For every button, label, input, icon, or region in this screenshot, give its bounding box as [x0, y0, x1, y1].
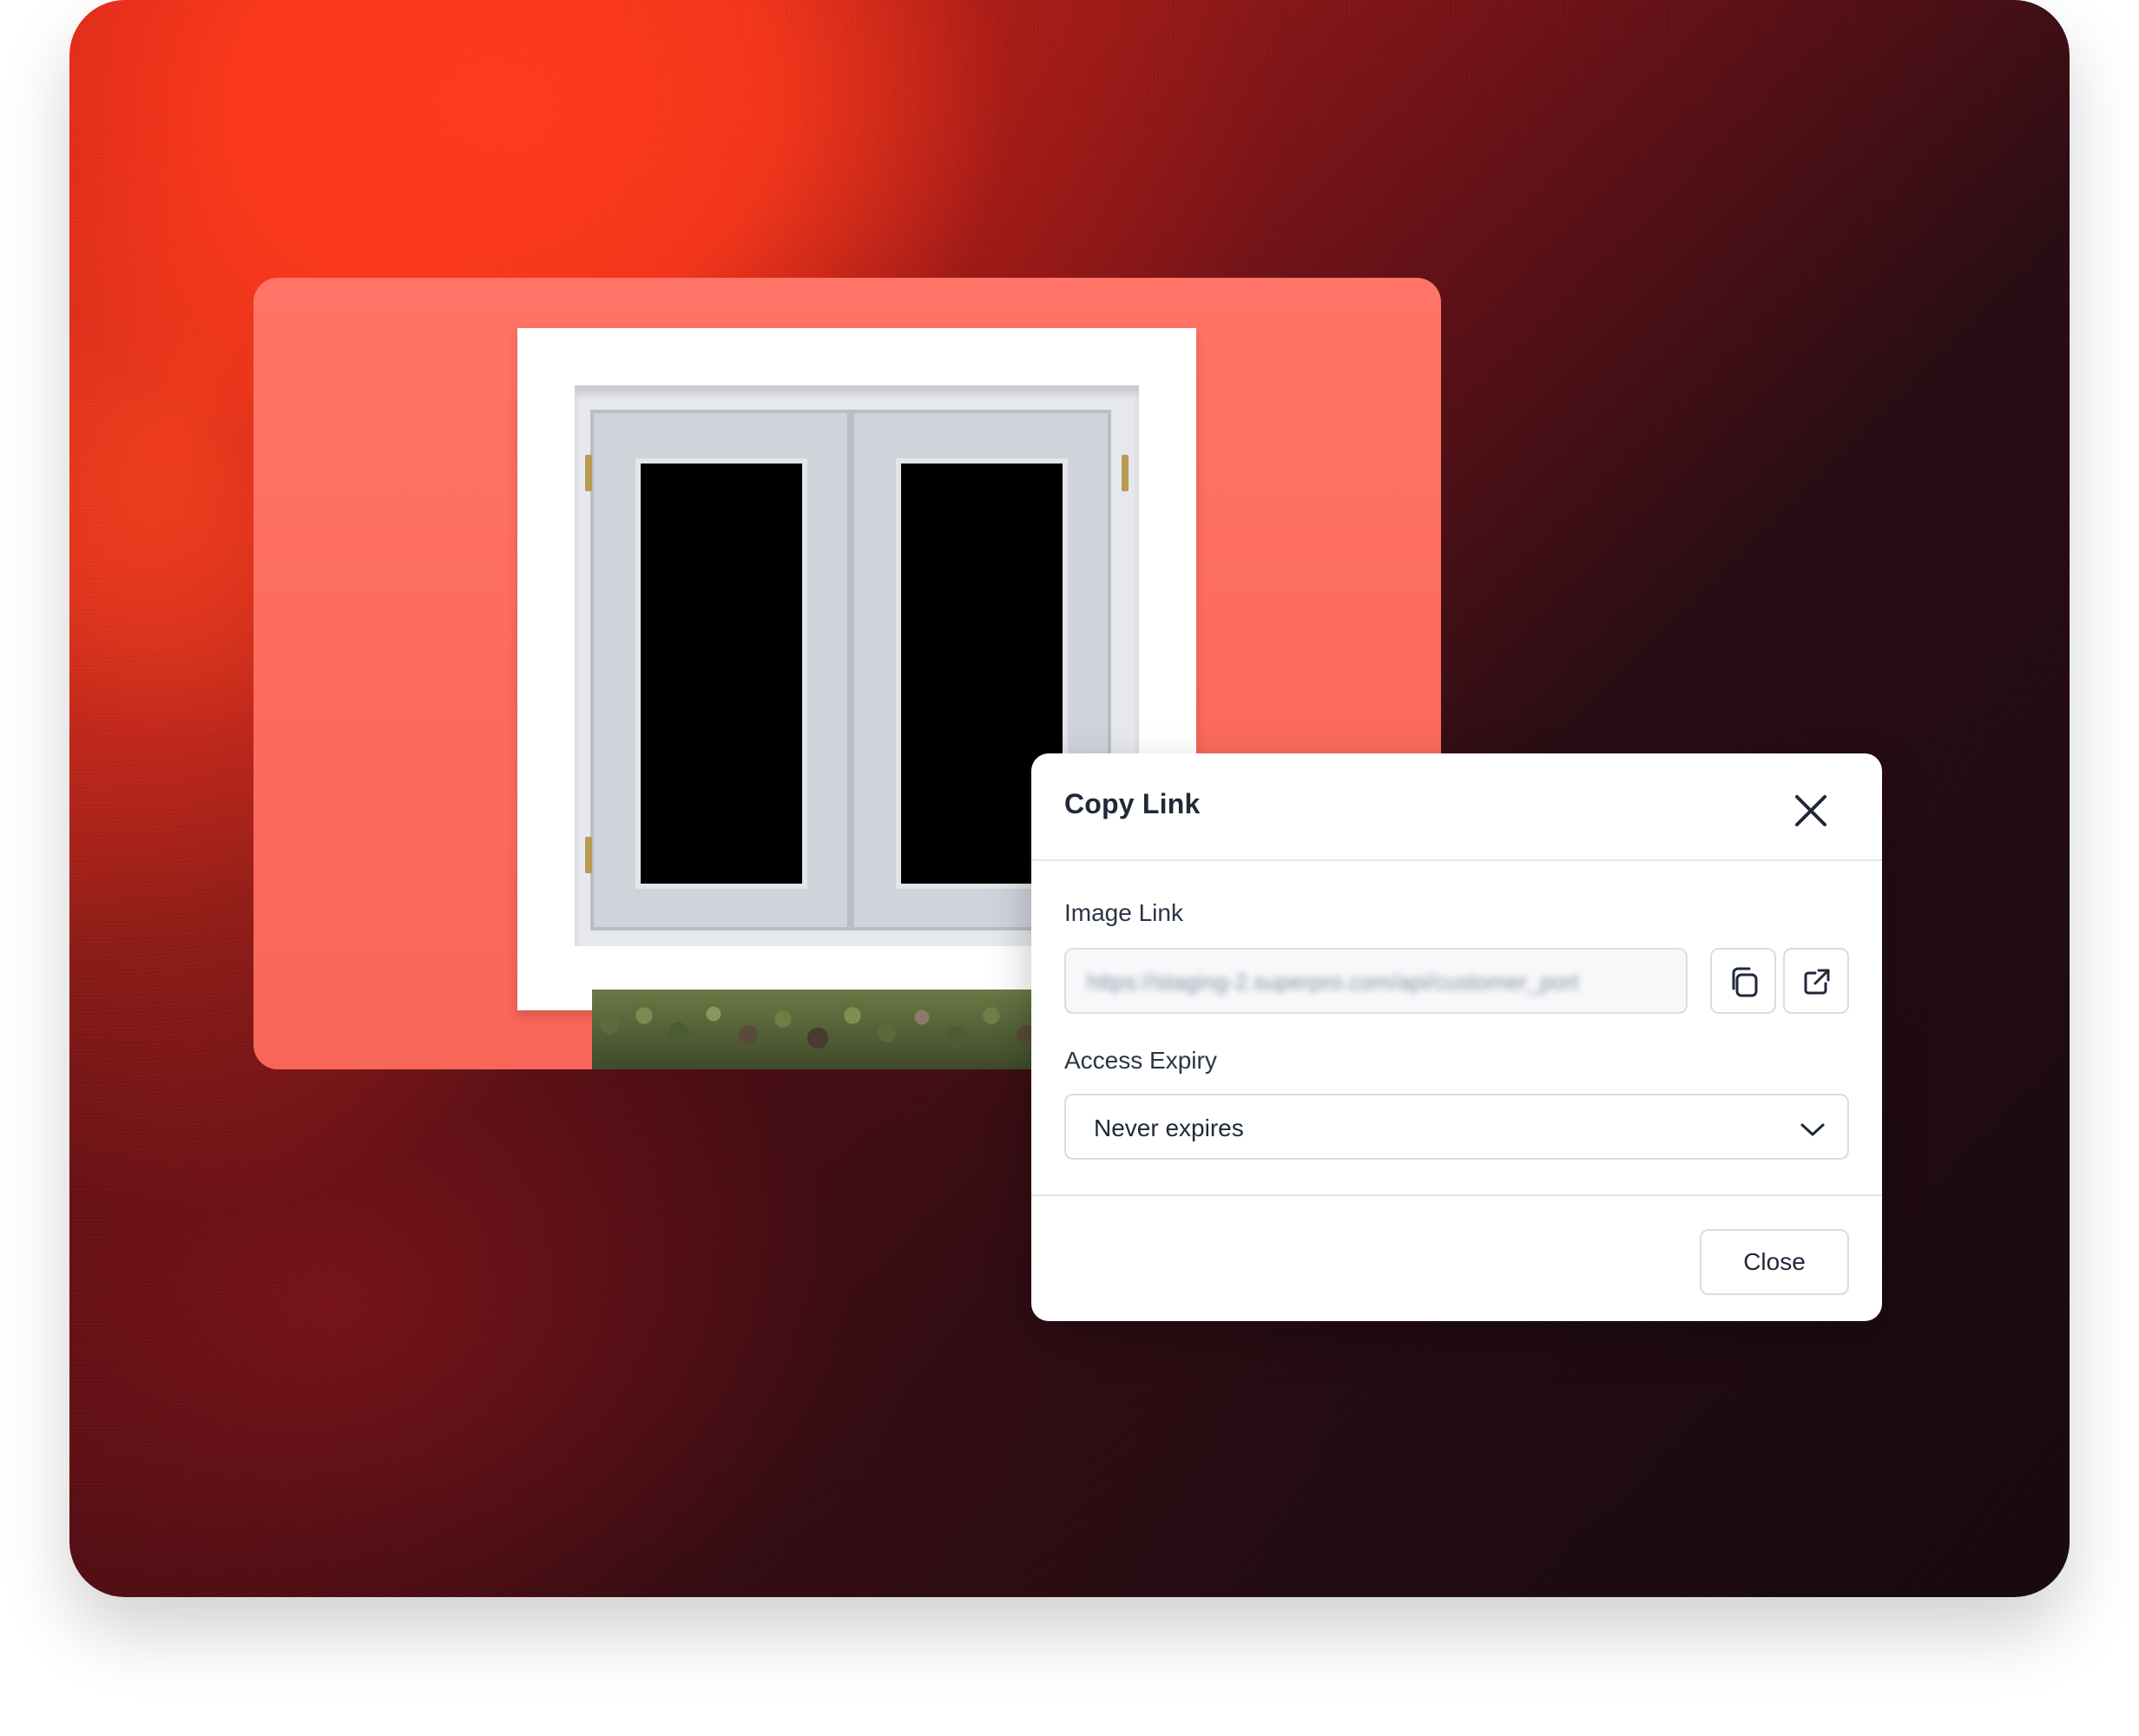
hinge: [585, 455, 592, 491]
dialog-header: Copy Link: [1031, 753, 1882, 861]
close-button[interactable]: Close: [1700, 1229, 1849, 1295]
chevron-down-icon: [1800, 1123, 1825, 1136]
copy-icon: [1732, 967, 1758, 997]
window-box-plants: [592, 990, 1043, 1069]
canvas: Copy Link Image Link https://staging-2.s…: [0, 0, 2139, 1736]
access-expiry-value: Never expires: [1094, 1115, 1244, 1141]
image-link-input[interactable]: https://staging-2.superpro.com/api/custo…: [1064, 948, 1688, 1014]
image-link-label: Image Link: [1064, 899, 1183, 926]
copy-button[interactable]: [1710, 948, 1776, 1014]
image-link-value: https://staging-2.superpro.com/api/custo…: [1087, 969, 1579, 995]
window-pane-left: [641, 464, 802, 884]
open-external-button[interactable]: [1783, 948, 1849, 1014]
access-expiry-select[interactable]: Never expires: [1064, 1094, 1849, 1160]
close-icon[interactable]: [1790, 790, 1832, 832]
copy-link-dialog: Copy Link Image Link https://staging-2.s…: [1031, 753, 1882, 1321]
dialog-title: Copy Link: [1064, 788, 1201, 819]
window-sash-left: [590, 410, 851, 930]
external-link-icon: [1804, 969, 1830, 995]
hinge: [585, 837, 592, 873]
hinge: [1122, 455, 1129, 491]
dialog-footer: Close: [1031, 1194, 1882, 1321]
access-expiry-label: Access Expiry: [1064, 1047, 1217, 1074]
